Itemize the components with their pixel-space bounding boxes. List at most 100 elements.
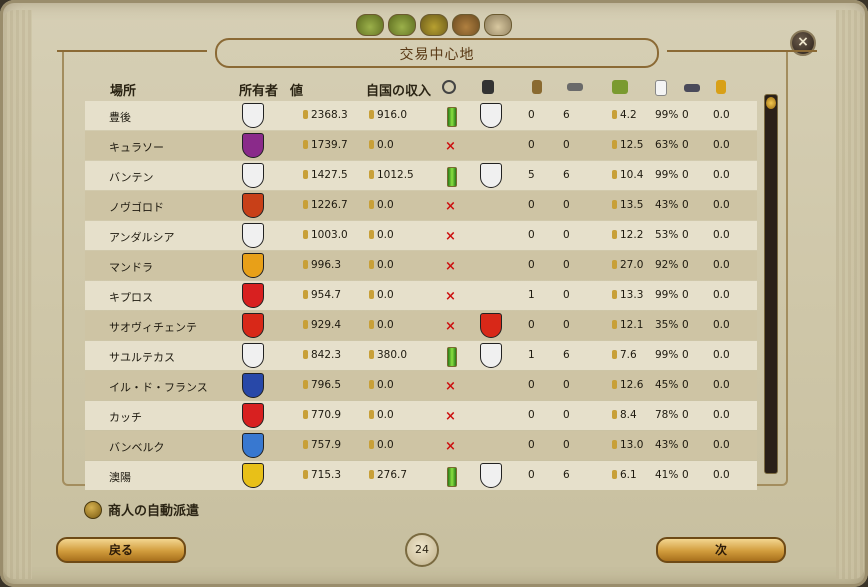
- header-owner[interactable]: 所有者: [239, 80, 278, 99]
- auto-send-toggle[interactable]: 商人の自動派遣: [84, 500, 199, 519]
- col-chair: 0: [528, 469, 535, 481]
- city-value-text: 954.7: [311, 289, 342, 301]
- castle-icon[interactable]: [420, 14, 448, 36]
- coin-icon: [303, 290, 308, 299]
- cannon-icon[interactable]: [684, 84, 700, 92]
- trade-inactive-icon: ×: [445, 199, 456, 214]
- chair-icon[interactable]: [532, 80, 542, 94]
- handcuffs-icon[interactable]: [567, 83, 583, 91]
- merchant-emblem-icon[interactable]: [480, 343, 502, 368]
- owner-emblem-icon[interactable]: [242, 253, 264, 278]
- owner-emblem-icon[interactable]: [242, 193, 264, 218]
- table-row[interactable]: 澳陽 715.3 276.7 0 6 6.1 41% 0 0.0: [85, 461, 757, 490]
- col-chair: 0: [528, 259, 535, 271]
- coin-icon: [303, 260, 308, 269]
- owner-emblem-icon[interactable]: [242, 433, 264, 458]
- table-row[interactable]: マンドラ 996.3 0.0 × 0 0 27.0 92% 0 0.0: [85, 251, 757, 280]
- owner-emblem-icon[interactable]: [242, 283, 264, 308]
- owner-emblem-icon[interactable]: [242, 103, 264, 128]
- col-cannon: 0: [682, 139, 689, 151]
- owner-emblem-icon[interactable]: [242, 463, 264, 488]
- col-goods: 12.1: [612, 319, 643, 331]
- col-handcuffs: 0: [563, 319, 570, 331]
- coin-icon: [612, 320, 617, 329]
- city-name: ノヴゴロド: [109, 199, 164, 215]
- scroll-thumb[interactable]: [766, 97, 776, 109]
- owner-emblem-icon[interactable]: [242, 163, 264, 188]
- table-row[interactable]: イル・ド・フランス 796.5 0.0 × 0 0 12.6 45% 0 0.0: [85, 371, 757, 400]
- merchant-emblem-icon[interactable]: [480, 313, 502, 338]
- city-value-text: 770.9: [311, 409, 342, 421]
- merchant-emblem-icon[interactable]: [480, 103, 502, 128]
- owner-emblem-icon[interactable]: [242, 133, 264, 158]
- col-handcuffs: 0: [563, 409, 570, 421]
- auto-send-radio[interactable]: [84, 500, 102, 519]
- trade-inactive-icon: ×: [445, 139, 456, 154]
- col-chair: 1: [528, 349, 535, 361]
- goods-icon[interactable]: [612, 80, 628, 94]
- coin-icon: [303, 380, 308, 389]
- trade-center-table: 豊後 2368.3 916.0 0 6 4.2 99% 0 0.0 キュラソー 1739.7 0.0 ×…: [85, 101, 757, 491]
- table-row[interactable]: バンテン 1427.5 1012.5 5 6 10.4 99% 0 0.0: [85, 161, 757, 190]
- owner-emblem-icon[interactable]: [242, 343, 264, 368]
- fleet-icon[interactable]: [356, 14, 384, 36]
- table-row[interactable]: アンダルシア 1003.0 0.0 × 0 0 12.2 53% 0 0.0: [85, 221, 757, 250]
- col-handcuffs: 0: [563, 289, 570, 301]
- trade-inactive-icon: ×: [445, 439, 456, 454]
- table-row[interactable]: バンベルク 757.9 0.0 × 0 0 13.0 43% 0 0.0: [85, 431, 757, 460]
- col-dice-text: 41%: [655, 469, 679, 481]
- target-icon[interactable]: [442, 80, 456, 94]
- next-button[interactable]: 次: [656, 537, 786, 563]
- city-value-text: 757.9: [311, 439, 342, 451]
- merchant-hat-icon[interactable]: [482, 80, 494, 94]
- city-value: 757.9: [303, 439, 341, 451]
- trade-inactive-icon: ×: [445, 379, 456, 394]
- col-cannon-text: 0: [682, 259, 689, 271]
- city-name: キプロス: [109, 289, 153, 305]
- own-income-text: 0.0: [377, 229, 394, 241]
- col-cannon: 0: [682, 439, 689, 451]
- owner-emblem-icon[interactable]: [242, 223, 264, 248]
- merchant-emblem-icon[interactable]: [480, 163, 502, 188]
- col-handcuffs-text: 6: [563, 349, 570, 361]
- dice-icon[interactable]: [655, 80, 667, 96]
- col-arrow-text: 0.0: [713, 139, 730, 151]
- col-dice-text: 99%: [655, 289, 679, 301]
- table-row[interactable]: キプロス 954.7 0.0 × 1 0 13.3 99% 0 0.0: [85, 281, 757, 310]
- header-city[interactable]: 場所: [110, 80, 136, 99]
- table-row[interactable]: キュラソー 1739.7 0.0 × 0 0 12.5 63% 0 0.0: [85, 131, 757, 160]
- owner-emblem-icon[interactable]: [242, 313, 264, 338]
- header-own-income[interactable]: 自国の収入: [366, 80, 431, 99]
- city-value: 1226.7: [303, 199, 348, 211]
- trade-icon[interactable]: [388, 14, 416, 36]
- table-row[interactable]: カッチ 770.9 0.0 × 0 0 8.4 78% 0 0.0: [85, 401, 757, 430]
- merchant-emblem-icon[interactable]: [480, 463, 502, 488]
- city-value-text: 2368.3: [311, 109, 348, 121]
- header-value[interactable]: 値: [290, 80, 303, 99]
- col-handcuffs-text: 0: [563, 229, 570, 241]
- owner-emblem-icon[interactable]: [242, 403, 264, 428]
- arrow-icon[interactable]: [716, 80, 726, 94]
- col-cannon: 0: [682, 319, 689, 331]
- col-cannon: 0: [682, 289, 689, 301]
- col-cannon: 0: [682, 409, 689, 421]
- city-name: イル・ド・フランス: [109, 379, 208, 395]
- scrollbar[interactable]: [764, 94, 778, 474]
- table-row[interactable]: サオヴィチェンテ 929.4 0.0 × 0 0 12.1 35% 0 0.0: [85, 311, 757, 340]
- col-handcuffs: 0: [563, 229, 570, 241]
- owner-emblem-icon[interactable]: [242, 373, 264, 398]
- table-row[interactable]: サユルテカス 842.3 380.0 1 6 7.6 99% 0 0.0: [85, 341, 757, 370]
- table-row[interactable]: 豊後 2368.3 916.0 0 6 4.2 99% 0 0.0: [85, 101, 757, 130]
- trade-inactive-icon: ×: [445, 289, 456, 304]
- coin-icon: [612, 110, 617, 119]
- table-row[interactable]: ノヴゴロド 1226.7 0.0 × 0 0 13.5 43% 0 0.0: [85, 191, 757, 220]
- col-goods-text: 27.0: [620, 259, 644, 271]
- col-cannon-text: 0: [682, 409, 689, 421]
- back-button[interactable]: 戻る: [56, 537, 186, 563]
- col-goods-text: 4.2: [620, 109, 637, 121]
- ship-icon[interactable]: [484, 14, 512, 36]
- close-button[interactable]: ×: [790, 30, 816, 56]
- col-arrow-text: 0.0: [713, 349, 730, 361]
- cargo-icon[interactable]: [452, 14, 480, 36]
- col-cannon-text: 0: [682, 199, 689, 211]
